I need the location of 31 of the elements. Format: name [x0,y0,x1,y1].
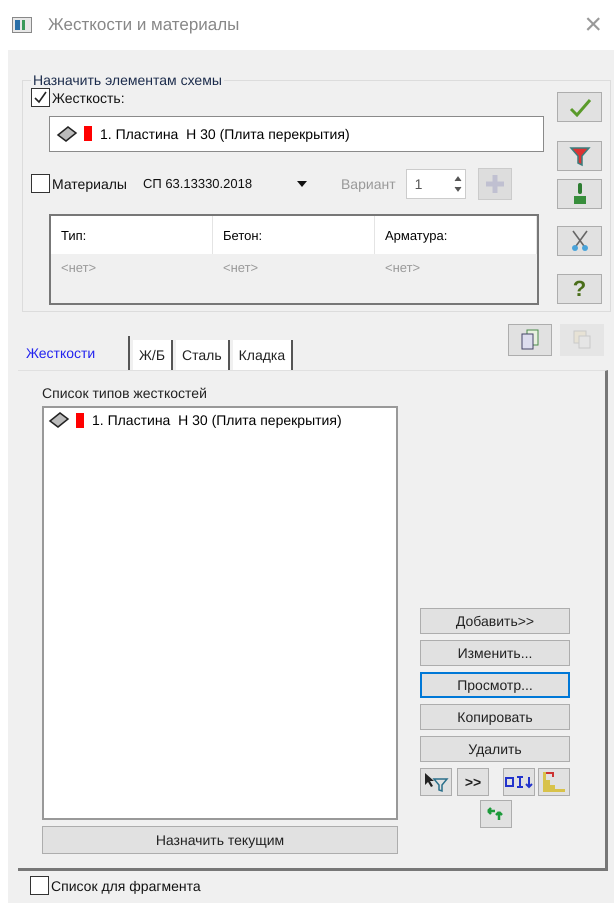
list-title: Список типов жесткостей [42,385,208,401]
tab[interactable]: Сталь [176,340,230,370]
list-item-text: 1. Пластина Н 30 (Плита перекрытия) [92,412,342,428]
column-header: Тип: [51,216,213,254]
stiffness-list[interactable]: 1. Пластина Н 30 (Плита перекрытия) [42,406,398,820]
table-cell-text: <нет> [222,258,260,277]
table-cell-text: <нет> [60,258,98,277]
tab[interactable]: Ж/Б [133,340,174,370]
stiffness-field[interactable]: 1. Пластина Н 30 (Плита перекрытия) [49,116,544,152]
stiffness-value: 1. Пластина Н 30 (Плита перекрытия) [100,126,350,142]
tab[interactable]: Кладка [232,340,294,370]
window-title: Жесткости и материалы [48,15,240,35]
column-header: Арматура: [375,216,537,254]
list-item[interactable]: 1. Пластина Н 30 (Плита перекрытия) [48,411,392,429]
assign-current-button[interactable]: Назначить текущим [42,826,398,854]
norm-dropdown[interactable]: СП 63.13330.2018 [142,176,293,192]
more-button[interactable]: >> [457,768,489,796]
action-button[interactable]: Изменить... [420,640,570,666]
column-header: Бетон: [213,216,375,254]
help-button[interactable]: ? [557,274,602,304]
action-button[interactable]: Удалить [420,736,570,762]
group-title: Назначить элементам схемы [32,72,223,88]
checkbox-label: Жесткость: [52,90,125,106]
action-button[interactable]: Копировать [420,704,570,730]
action-button[interactable]: Добавить>> [420,608,570,634]
variant-label: Вариант [340,176,396,192]
checkbox-label: Список для фрагмента [51,878,201,894]
table-cell-text: <нет> [384,258,422,277]
checkbox-label: Материалы [52,176,127,192]
action-button[interactable]: Просмотр... [420,672,570,698]
variant-value: 1 [414,176,422,192]
